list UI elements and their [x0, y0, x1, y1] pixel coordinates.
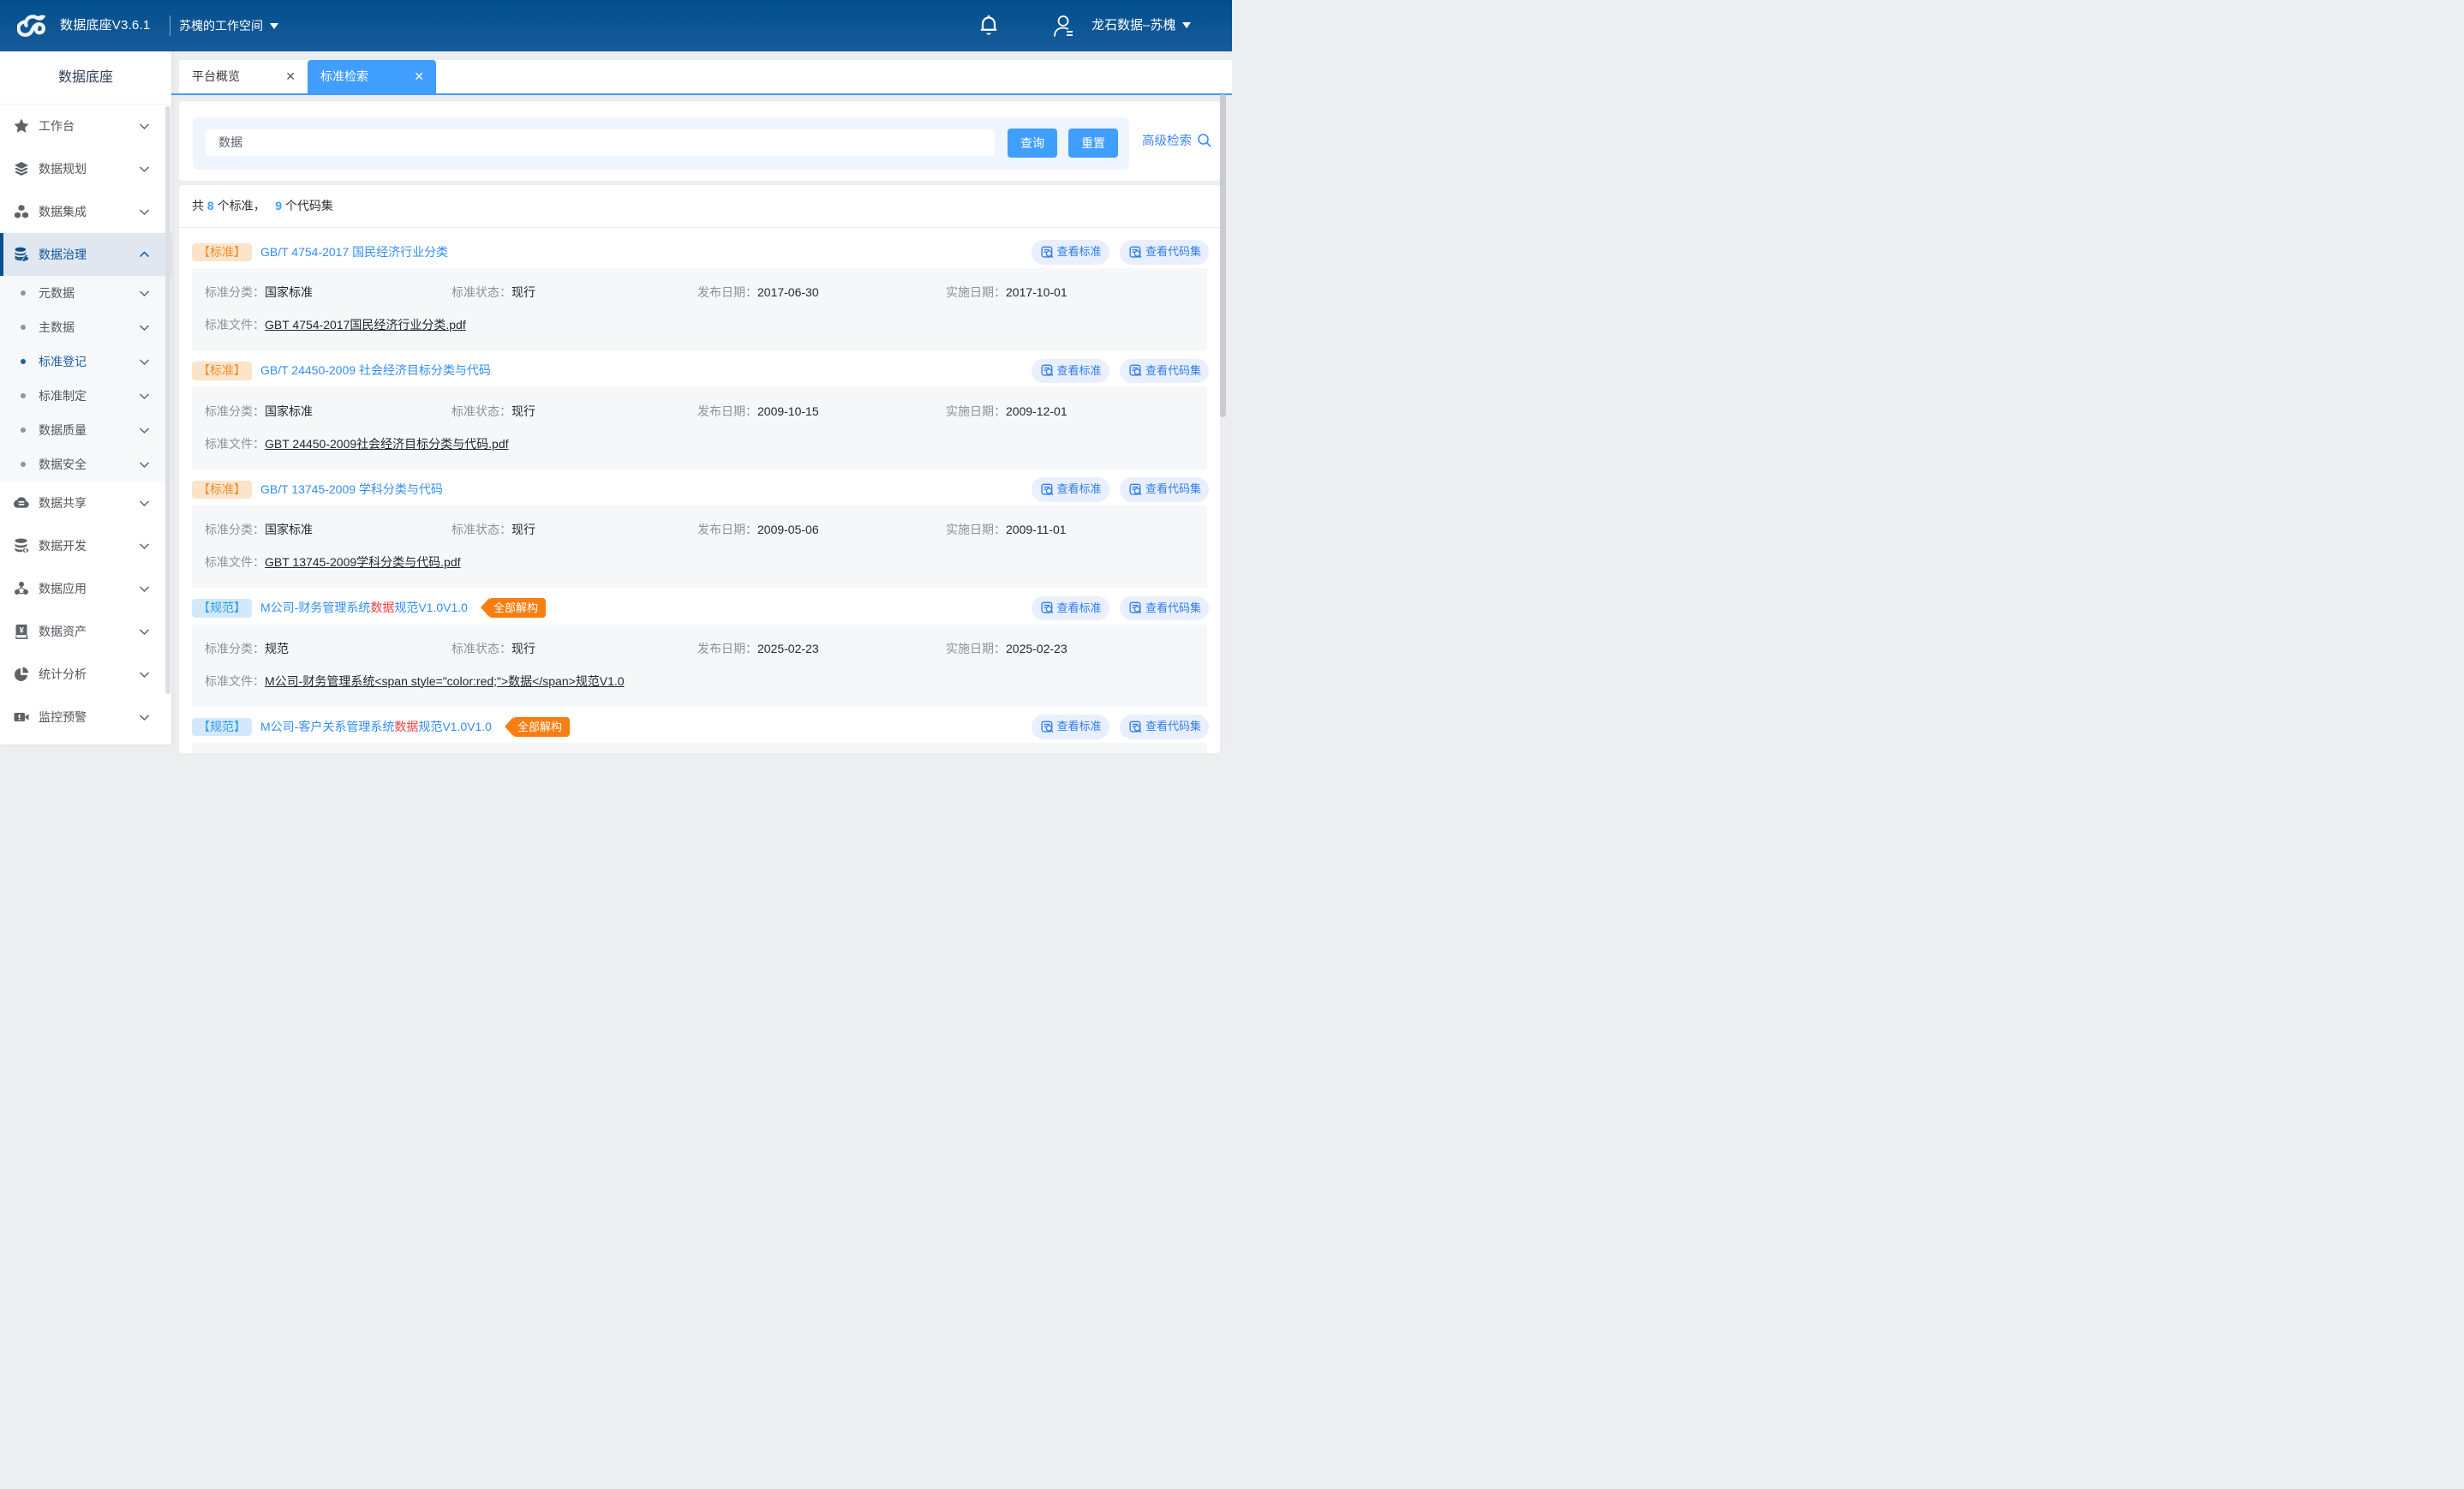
- svg-text:¥: ¥: [20, 626, 25, 636]
